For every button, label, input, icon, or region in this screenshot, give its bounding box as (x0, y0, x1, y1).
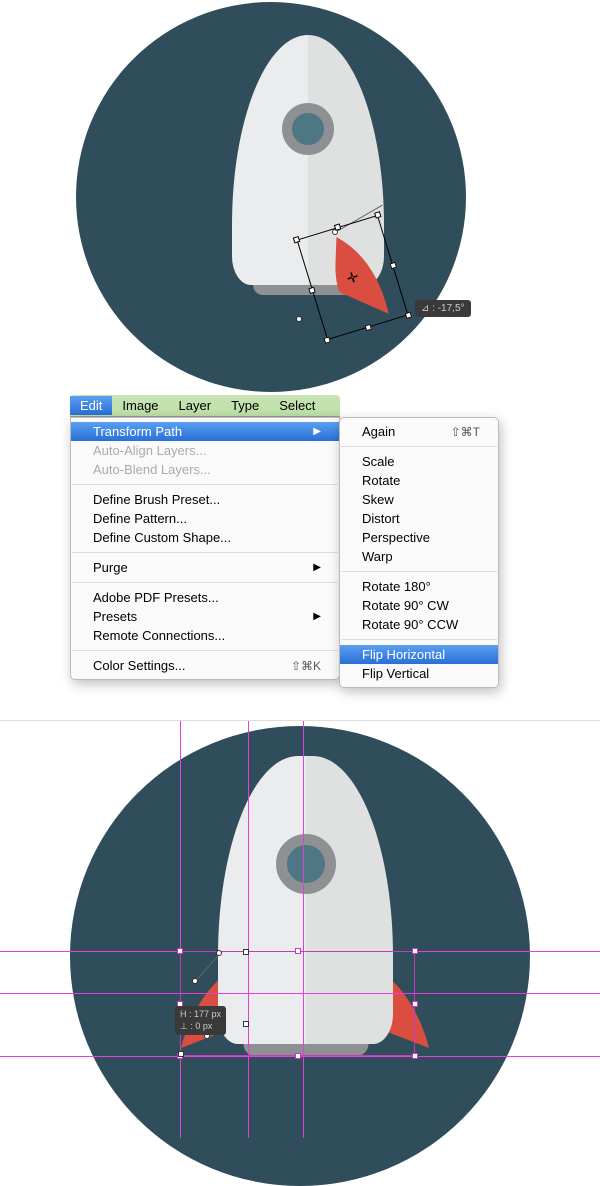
shortcut-label: ⇧⌘T (451, 425, 480, 439)
menubar-select[interactable]: Select (269, 396, 325, 415)
menu-define-shape[interactable]: Define Custom Shape... (71, 528, 339, 547)
smart-guide (303, 721, 304, 1138)
transform-handle[interactable] (308, 286, 315, 293)
menu-separator (341, 639, 497, 640)
submenu-flip-horizontal[interactable]: Flip Horizontal (340, 645, 498, 664)
menu-separator (72, 484, 338, 485)
menu-presets[interactable]: Presets ▶ (71, 607, 339, 626)
transform-handle[interactable] (177, 948, 183, 954)
measurement-tooltip: H : 177 px ⊥ : 0 px (175, 1006, 226, 1035)
menubar: Edit Image Layer Type Select (70, 395, 340, 417)
anchor-point[interactable] (243, 1021, 249, 1027)
submenu-skew[interactable]: Skew (340, 490, 498, 509)
submenu-distort[interactable]: Distort (340, 509, 498, 528)
transform-submenu: Again ⇧⌘T Scale Rotate Skew Distort Pers… (339, 417, 499, 688)
anchor-point[interactable] (192, 978, 198, 984)
smart-guide (180, 721, 181, 1138)
anchor-point[interactable] (243, 949, 249, 955)
menu-label: Transform Path (93, 424, 182, 439)
transform-handle[interactable] (333, 224, 340, 231)
submenu-warp[interactable]: Warp (340, 547, 498, 566)
menu-purge[interactable]: Purge ▶ (71, 558, 339, 577)
menu-define-pattern[interactable]: Define Pattern... (71, 509, 339, 528)
rocket-body-left (232, 35, 308, 285)
shortcut-label: ⇧⌘K (291, 659, 321, 673)
submenu-again[interactable]: Again ⇧⌘T (340, 422, 498, 441)
menu-separator (341, 446, 497, 447)
tooltip-d: ⊥ : 0 px (180, 1021, 221, 1033)
menu-color-settings[interactable]: Color Settings... ⇧⌘K (71, 656, 339, 675)
rocket-window (282, 103, 334, 155)
menu-auto-align: Auto-Align Layers... (71, 441, 339, 460)
menu-transform-path[interactable]: Transform Path ▶ (71, 422, 339, 441)
smart-guide (248, 721, 249, 1138)
submenu-arrow-icon: ▶ (313, 562, 321, 573)
submenu-flip-vertical[interactable]: Flip Vertical (340, 664, 498, 683)
canvas-bottom[interactable]: H : 177 px ⊥ : 0 px (0, 720, 600, 1138)
anchor-point[interactable] (296, 316, 302, 322)
submenu-rotate-90ccw[interactable]: Rotate 90° CCW (340, 615, 498, 634)
transform-handle[interactable] (412, 1053, 418, 1059)
menu-auto-blend: Auto-Blend Layers... (71, 460, 339, 479)
menubar-layer[interactable]: Layer (169, 396, 222, 415)
rocket-window (276, 834, 336, 894)
submenu-rotate-180[interactable]: Rotate 180° (340, 577, 498, 596)
menubar-type[interactable]: Type (221, 396, 269, 415)
menu-define-brush[interactable]: Define Brush Preset... (71, 490, 339, 509)
transform-handle[interactable] (412, 1001, 418, 1007)
submenu-perspective[interactable]: Perspective (340, 528, 498, 547)
menubar-image[interactable]: Image (112, 396, 168, 415)
menu-area: Edit Image Layer Type Select Transform P… (0, 395, 600, 735)
submenu-scale[interactable]: Scale (340, 452, 498, 471)
canvas-top[interactable]: ✛ ⊿ : -17,5° (0, 0, 600, 395)
menu-separator (72, 552, 338, 553)
transform-handle[interactable] (412, 948, 418, 954)
menu-remote-connections[interactable]: Remote Connections... (71, 626, 339, 645)
selection-box[interactable] (180, 951, 415, 1056)
edit-dropdown: Transform Path ▶ Auto-Align Layers... Au… (70, 417, 340, 680)
tooltip-h: H : 177 px (180, 1009, 221, 1021)
anchor-point[interactable] (216, 950, 222, 956)
menu-separator (72, 650, 338, 651)
submenu-rotate-90cw[interactable]: Rotate 90° CW (340, 596, 498, 615)
transform-center-icon[interactable]: ✛ (344, 268, 360, 288)
submenu-rotate[interactable]: Rotate (340, 471, 498, 490)
menubar-edit[interactable]: Edit (70, 396, 112, 415)
menu-separator (72, 582, 338, 583)
submenu-arrow-icon: ▶ (313, 426, 321, 437)
submenu-arrow-icon: ▶ (313, 611, 321, 622)
menu-pdf-presets[interactable]: Adobe PDF Presets... (71, 588, 339, 607)
angle-tooltip: ⊿ : -17,5° (415, 300, 471, 317)
transform-handle[interactable] (295, 948, 301, 954)
menu-separator (341, 571, 497, 572)
transform-handle[interactable] (295, 1053, 301, 1059)
anchor-point[interactable] (178, 1051, 184, 1057)
transform-handle[interactable] (293, 236, 300, 243)
